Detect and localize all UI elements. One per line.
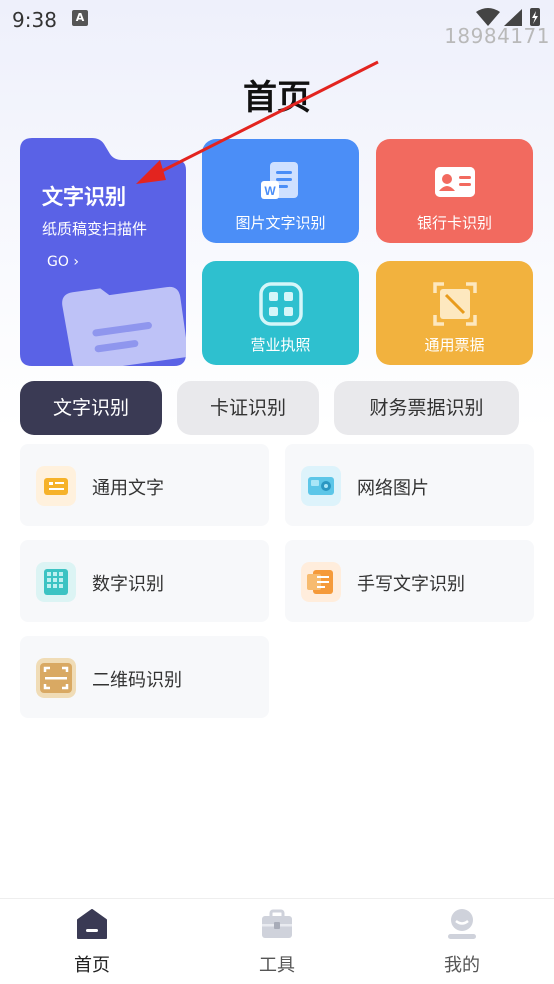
nav-profile[interactable]: 我的 — [392, 899, 532, 984]
toolbox-icon — [262, 909, 292, 938]
tab-label: 卡证识别 — [209, 397, 286, 419]
device-watermark: 18984171 — [444, 24, 550, 48]
tab-label: 文字识别 — [52, 397, 129, 419]
list-item-qr-code[interactable]: 二维码识别 — [20, 636, 269, 718]
tile-general-receipt[interactable]: 通用票据 — [376, 261, 533, 365]
card-subtitle: 纸质稿变扫描件 — [42, 220, 148, 238]
list-item-general-text[interactable]: 通用文字 — [20, 444, 269, 526]
item-label: 通用文字 — [92, 478, 164, 499]
nav-label: 工具 — [259, 955, 295, 976]
tile-label: 图片文字识别 — [235, 214, 326, 232]
list-item-number-recognition[interactable]: 数字识别 — [20, 540, 269, 622]
list-item-web-image[interactable]: 网络图片 — [285, 444, 534, 526]
item-label: 数字识别 — [92, 574, 164, 595]
receipt-icon — [432, 282, 477, 326]
nav-home[interactable]: 首页 — [22, 899, 162, 984]
tab-card-recognition[interactable]: 卡证识别 — [177, 381, 319, 435]
profile-icon — [448, 909, 476, 939]
number-grid-icon — [36, 562, 76, 602]
item-label: 手写文字识别 — [357, 574, 465, 595]
tile-label: 银行卡识别 — [416, 214, 492, 232]
go-link[interactable]: GO › — [47, 254, 79, 270]
annotation-arrow — [136, 60, 379, 184]
item-label: 二维码识别 — [92, 670, 182, 691]
scan-frame-icon — [258, 282, 303, 326]
go-label: GO — [47, 254, 69, 270]
tile-label: 通用票据 — [424, 336, 485, 354]
tile-bank-card-recognition[interactable]: 银行卡识别 — [376, 139, 533, 243]
nav-tools[interactable]: 工具 — [207, 899, 347, 984]
notification-icon: A — [72, 10, 88, 26]
nav-label: 首页 — [74, 955, 110, 976]
tab-text-recognition[interactable]: 文字识别 — [20, 381, 162, 435]
chevron-right-icon: › — [73, 254, 79, 270]
card-title: 文字识别 — [42, 185, 126, 209]
item-label: 网络图片 — [357, 478, 429, 499]
tile-business-license[interactable]: 营业执照 — [202, 261, 359, 365]
bottom-navigation: 首页 工具 我的 — [0, 898, 554, 984]
home-icon — [77, 909, 107, 939]
list-item-handwriting[interactable]: 手写文字识别 — [285, 540, 534, 622]
general-text-icon — [36, 466, 76, 506]
id-card-icon — [434, 167, 475, 197]
status-time: 9:38 — [12, 8, 57, 32]
handwriting-icon — [301, 562, 341, 602]
nav-label: 我的 — [444, 955, 480, 976]
web-image-icon — [301, 466, 341, 506]
tab-label: 财务票据识别 — [369, 397, 484, 419]
tile-label: 营业执照 — [250, 336, 311, 354]
tab-finance-receipt[interactable]: 财务票据识别 — [334, 381, 519, 435]
qr-scan-icon — [36, 658, 76, 698]
